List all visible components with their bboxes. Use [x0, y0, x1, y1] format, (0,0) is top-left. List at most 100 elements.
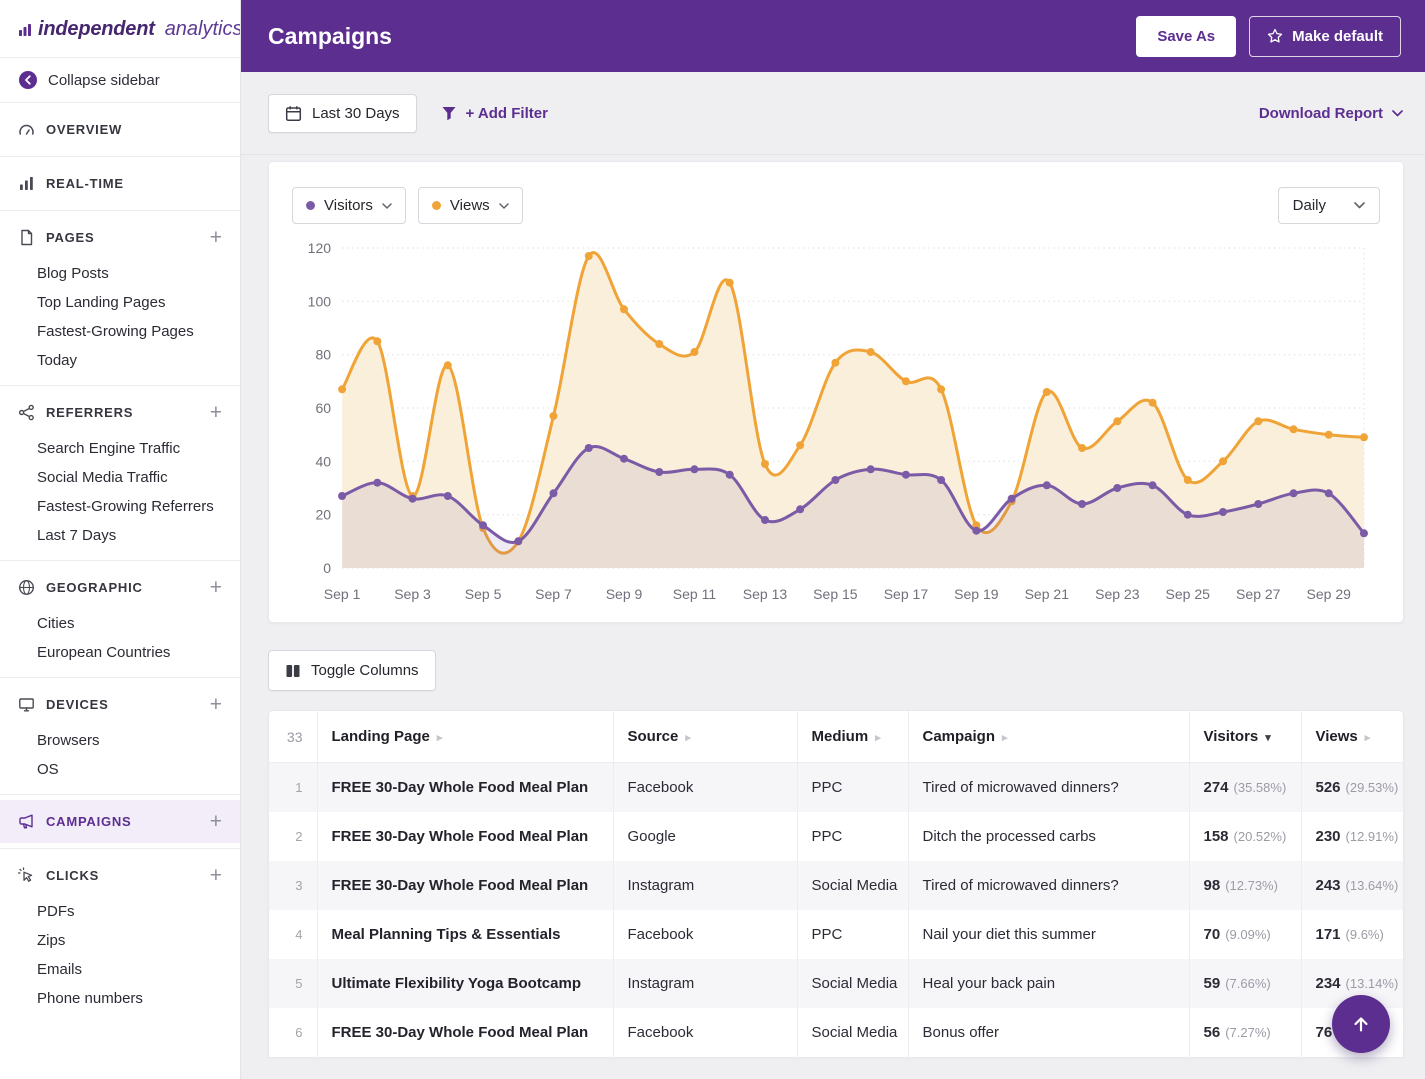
table-row: 2FREE 30-Day Whole Food Meal PlanGoogleP… [269, 812, 1403, 861]
toggle-columns-button[interactable]: Toggle Columns [268, 650, 436, 691]
svg-text:60: 60 [315, 400, 331, 416]
make-default-button[interactable]: Make default [1249, 16, 1401, 57]
table-header-row: 33Landing Page▸Source▸Medium▸Campaign▸Vi… [269, 711, 1403, 763]
visitors-cell: 70(9.09%) [1189, 910, 1301, 959]
sidebar-item-clicks[interactable]: CLICKS + [0, 854, 240, 897]
sidebar-item-browsers[interactable]: Browsers [0, 726, 240, 755]
views-percentage: (9.6%) [1346, 927, 1384, 942]
chevron-down-icon [1392, 110, 1403, 117]
referrers-icon [18, 404, 35, 421]
interval-select[interactable]: Daily [1278, 187, 1380, 224]
source-cell: Instagram [613, 861, 797, 910]
medium-cell: PPC [797, 763, 908, 813]
landing-page-cell[interactable]: Ultimate Flexibility Yoga Bootcamp [317, 959, 613, 1008]
landing-page-cell[interactable]: FREE 30-Day Whole Food Meal Plan [317, 763, 613, 813]
sidebar-item-campaigns[interactable]: CAMPAIGNS+ [0, 800, 240, 843]
content-area: Visitors Views Daily [241, 155, 1425, 1079]
column-label: Views [1316, 728, 1358, 745]
views-percentage: (13.14%) [1346, 976, 1399, 991]
column-header-medium[interactable]: Medium▸ [797, 711, 908, 763]
download-report-button[interactable]: Download Report [1259, 105, 1403, 122]
column-header-source[interactable]: Source▸ [613, 711, 797, 763]
svg-text:Sep 23: Sep 23 [1095, 586, 1140, 602]
sidebar-item-blog-posts[interactable]: Blog Posts [0, 259, 240, 288]
chevron-down-icon [1354, 202, 1365, 209]
column-header-campaign[interactable]: Campaign ▸ [908, 711, 1189, 763]
source-cell: Facebook [613, 1008, 797, 1057]
campaigns-table-card: 33Landing Page▸Source▸Medium▸Campaign▸Vi… [268, 710, 1404, 1057]
sidebar-item-os[interactable]: OS [0, 755, 240, 784]
sidebar-item-pdfs[interactable]: PDFs [0, 897, 240, 926]
save-as-button[interactable]: Save As [1136, 16, 1236, 57]
add-filter-button[interactable]: + Add Filter [441, 105, 548, 122]
sidebar-item-referrers[interactable]: REFERRERS + [0, 391, 240, 434]
views-cell: 243(13.64%) [1301, 861, 1403, 910]
sidebar-item-zips[interactable]: Zips [0, 926, 240, 955]
sidebar-nav: OVERVIEW REAL-TIME PAGES+Blog PostsTop Lan… [0, 102, 240, 1023]
realtime-icon [18, 175, 35, 192]
visitors-cell: 274(35.58%) [1189, 763, 1301, 813]
sidebar-item-fastest-growing-pages[interactable]: Fastest-Growing Pages [0, 317, 240, 346]
sidebar-item-today[interactable]: Today [0, 346, 240, 375]
svg-text:Sep 7: Sep 7 [535, 586, 572, 602]
sidebar-item-devices[interactable]: DEVICES+ [0, 683, 240, 726]
row-number: 4 [269, 910, 317, 959]
sidebar-item-pages[interactable]: PAGES+ [0, 216, 240, 259]
add-referrers-report-button[interactable]: + [210, 406, 222, 420]
column-header-visitors[interactable]: Visitors▾ [1189, 711, 1301, 763]
add-devices-report-button[interactable]: + [210, 698, 222, 712]
add-campaigns-report-button[interactable]: + [210, 815, 222, 829]
sidebar-item-phone-numbers[interactable]: Phone numbers [0, 984, 240, 1013]
sidebar-section-label: OVERVIEW [46, 122, 222, 137]
sidebar-item-search-engine-traffic[interactable]: Search Engine Traffic [0, 434, 240, 463]
scroll-to-top-button[interactable] [1332, 995, 1390, 1053]
interval-label: Daily [1293, 197, 1326, 214]
clicks-icon [18, 867, 35, 884]
sidebar-item-last-7-days[interactable]: Last 7 Days [0, 521, 240, 550]
sidebar-section-label: CLICKS [46, 868, 199, 883]
sidebar-item-fastest-growing-referrers[interactable]: Fastest-Growing Referrers [0, 492, 240, 521]
medium-cell: Social Media [797, 959, 908, 1008]
landing-page-cell[interactable]: Meal Planning Tips & Essentials [317, 910, 613, 959]
sidebar-item-overview[interactable]: OVERVIEW [0, 108, 240, 151]
sidebar-item-geographic[interactable]: GEOGRAPHIC + [0, 566, 240, 609]
column-header-views[interactable]: Views▸ [1301, 711, 1403, 763]
svg-text:Sep 27: Sep 27 [1236, 586, 1281, 602]
sidebar-item-emails[interactable]: Emails [0, 955, 240, 984]
source-cell: Google [613, 812, 797, 861]
visitors-percentage: (7.66%) [1225, 976, 1271, 991]
column-label: Source [628, 728, 679, 745]
sidebar-item-social-media-traffic[interactable]: Social Media Traffic [0, 463, 240, 492]
column-header-landing-page[interactable]: Landing Page▸ [317, 711, 613, 763]
date-range-label: Last 30 Days [312, 105, 400, 122]
source-cell: Facebook [613, 763, 797, 813]
visitors-series-selector[interactable]: Visitors [292, 187, 406, 224]
sidebar-section-geographic: GEOGRAPHIC + CitiesEuropean Countries [0, 560, 240, 677]
date-range-button[interactable]: Last 30 Days [268, 94, 417, 133]
column-label: Campaign [923, 728, 996, 745]
sidebar-section-label: REFERRERS [46, 405, 199, 420]
add-clicks-report-button[interactable]: + [210, 869, 222, 883]
sort-icon: ▸ [1002, 732, 1008, 744]
add-geographic-report-button[interactable]: + [210, 581, 222, 595]
svg-text:Sep 21: Sep 21 [1025, 586, 1070, 602]
medium-cell: PPC [797, 910, 908, 959]
landing-page-cell[interactable]: FREE 30-Day Whole Food Meal Plan [317, 812, 613, 861]
visitors-percentage: (20.52%) [1234, 829, 1287, 844]
views-cell: 230(12.91%) [1301, 812, 1403, 861]
svg-text:Sep 25: Sep 25 [1166, 586, 1211, 602]
sidebar-item-european-countries[interactable]: European Countries [0, 638, 240, 667]
sidebar-item-cities[interactable]: Cities [0, 609, 240, 638]
views-value: 230 [1316, 828, 1341, 845]
sidebar-item-top-landing-pages[interactable]: Top Landing Pages [0, 288, 240, 317]
sidebar-item-real-time[interactable]: REAL-TIME [0, 162, 240, 205]
collapse-sidebar-button[interactable]: Collapse sidebar [0, 58, 240, 102]
add-pages-report-button[interactable]: + [210, 231, 222, 245]
table-row: 5Ultimate Flexibility Yoga BootcampInsta… [269, 959, 1403, 1008]
filters-toolbar: Last 30 Days + Add Filter Download Repor… [241, 72, 1425, 155]
landing-page-cell[interactable]: FREE 30-Day Whole Food Meal Plan [317, 1008, 613, 1057]
sidebar-section-label: GEOGRAPHIC [46, 580, 199, 595]
chart-controls: Visitors Views Daily [292, 187, 1380, 224]
landing-page-cell[interactable]: FREE 30-Day Whole Food Meal Plan [317, 861, 613, 910]
views-series-selector[interactable]: Views [418, 187, 523, 224]
